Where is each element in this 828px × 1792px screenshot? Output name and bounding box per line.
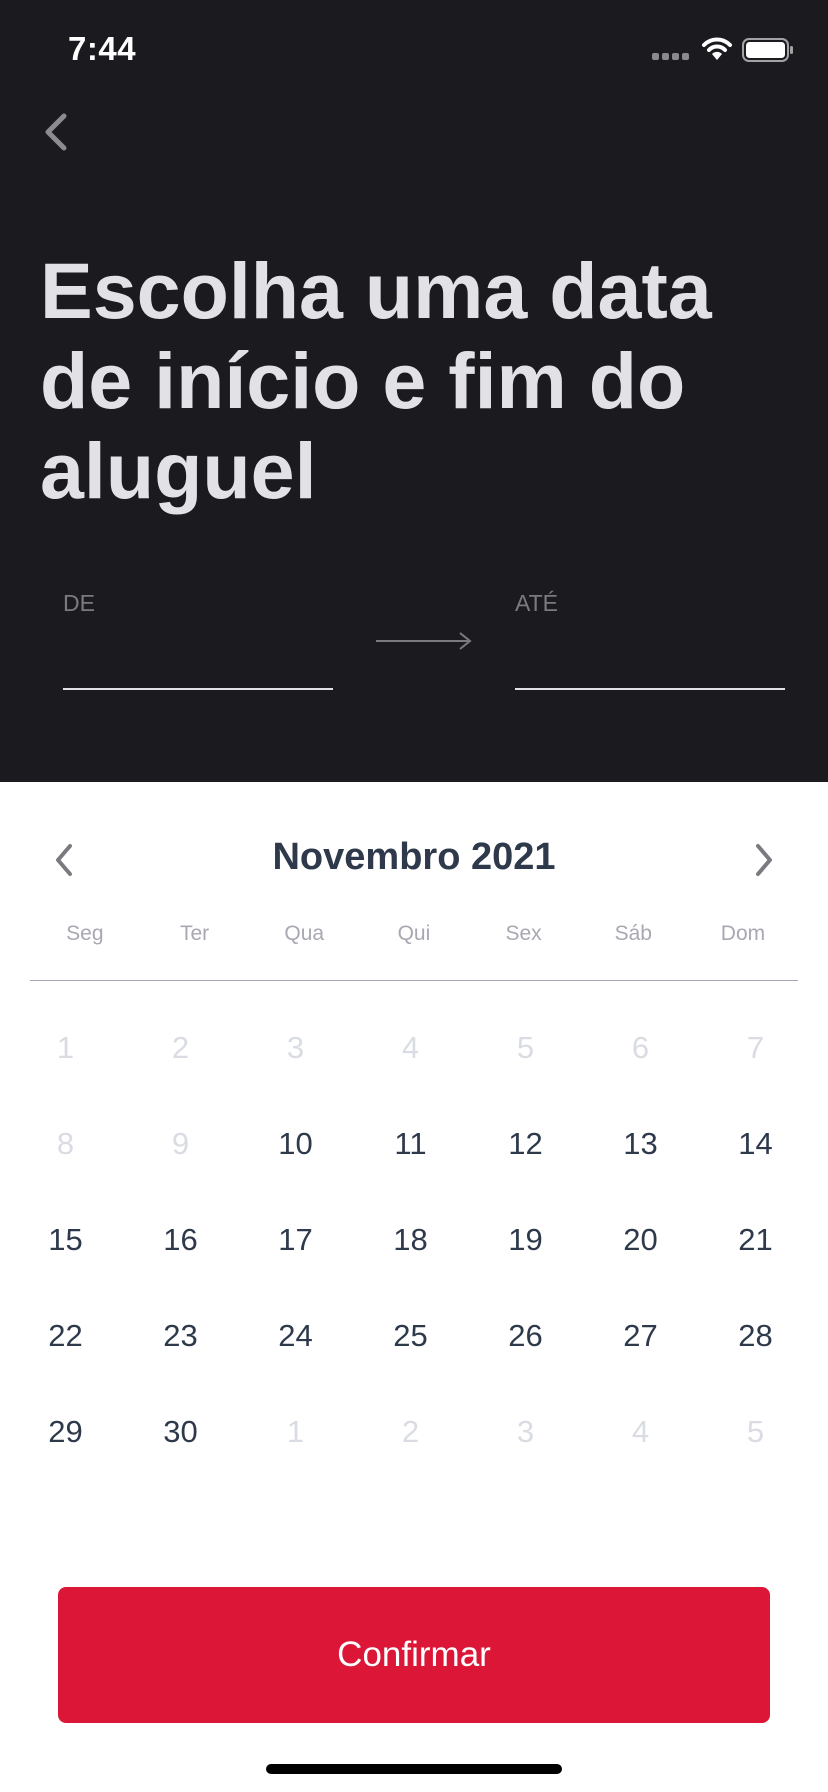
weekday-label: Dom <box>720 922 766 945</box>
weekday-label: Sáb <box>614 922 652 945</box>
calendar-day[interactable]: 21 <box>698 1192 813 1288</box>
calendar-day-disabled: 5 <box>746 1414 765 1449</box>
calendar-day-disabled: 1 <box>286 1414 305 1449</box>
weekday-label: Seg <box>66 922 104 945</box>
calendar-day[interactable]: 14 <box>698 1096 813 1192</box>
calendar-day[interactable]: 11 <box>353 1096 468 1192</box>
weekday-label: Qua <box>284 922 325 945</box>
calendar-day-disabled: 3 <box>516 1414 535 1449</box>
calendar-day-disabled: 4 <box>401 1030 420 1065</box>
calendar-day[interactable]: 24 <box>238 1288 353 1384</box>
calendar-day[interactable]: 16 <box>123 1192 238 1288</box>
calendar-day[interactable]: 30 <box>123 1384 238 1480</box>
status-time: 7:44 <box>68 30 137 67</box>
calendar-day-disabled: 2 <box>171 1030 190 1065</box>
header-panel: 7:44 Escolha uma data de início e fim do… <box>0 0 828 782</box>
page-title: Escolha uma data de início e fim do alug… <box>40 246 712 515</box>
weekday-header: Seg Ter Qua Qui Sex Sáb Dom <box>30 922 798 946</box>
calendar-day[interactable]: 17 <box>238 1192 353 1288</box>
calendar-divider <box>30 980 798 981</box>
calendar-day[interactable]: 28 <box>698 1288 813 1384</box>
calendar-day-disabled: 9 <box>171 1126 190 1161</box>
cellular-signal-icon <box>652 53 692 61</box>
to-label: ATÉ <box>515 590 559 616</box>
back-button[interactable] <box>40 110 74 154</box>
battery-icon <box>742 38 793 62</box>
calendar-day-disabled: 6 <box>631 1030 650 1065</box>
calendar-day[interactable]: 23 <box>123 1288 238 1384</box>
calendar-day[interactable]: 19 <box>468 1192 583 1288</box>
calendar-day-disabled: 2 <box>401 1414 420 1449</box>
calendar-next-month-button[interactable] <box>748 840 778 880</box>
weekday-label: Qui <box>397 922 431 945</box>
weekday-label: Ter <box>179 922 210 945</box>
weekday-label: Sex <box>505 922 542 945</box>
calendar-day-disabled: 3 <box>286 1030 305 1065</box>
calendar-day-disabled: 8 <box>56 1126 75 1161</box>
calendar-day[interactable]: 15 <box>8 1192 123 1288</box>
calendar-day[interactable]: 27 <box>583 1288 698 1384</box>
calendar-day-disabled: 7 <box>746 1030 765 1065</box>
calendar-day[interactable]: 29 <box>8 1384 123 1480</box>
calendar-day[interactable]: 13 <box>583 1096 698 1192</box>
calendar-day-disabled: 1 <box>56 1030 75 1065</box>
calendar-day[interactable]: 25 <box>353 1288 468 1384</box>
calendar-day[interactable]: 22 <box>8 1288 123 1384</box>
from-label: DE <box>63 590 95 616</box>
wifi-icon <box>702 37 732 60</box>
calendar-day[interactable]: 26 <box>468 1288 583 1384</box>
confirm-button[interactable]: Confirmar <box>58 1587 770 1723</box>
calendar-day[interactable]: 18 <box>353 1192 468 1288</box>
arrow-right-icon <box>376 632 472 650</box>
calendar-day-disabled: 4 <box>631 1414 650 1449</box>
calendar-day[interactable]: 12 <box>468 1096 583 1192</box>
to-date-field[interactable] <box>515 628 785 690</box>
calendar-days-grid: 1 2 3 4 5 6 7 8 9 10 11 12 13 14 15 16 17 18 19 20 21 22 23 24 2… <box>8 1000 813 1480</box>
from-date-field[interactable] <box>63 628 333 690</box>
calendar-month-title: Novembro 2021 <box>272 836 556 878</box>
calendar-day[interactable]: 10 <box>238 1096 353 1192</box>
calendar-day-disabled: 5 <box>516 1030 535 1065</box>
calendar-day[interactable]: 20 <box>583 1192 698 1288</box>
home-indicator <box>266 1764 562 1774</box>
